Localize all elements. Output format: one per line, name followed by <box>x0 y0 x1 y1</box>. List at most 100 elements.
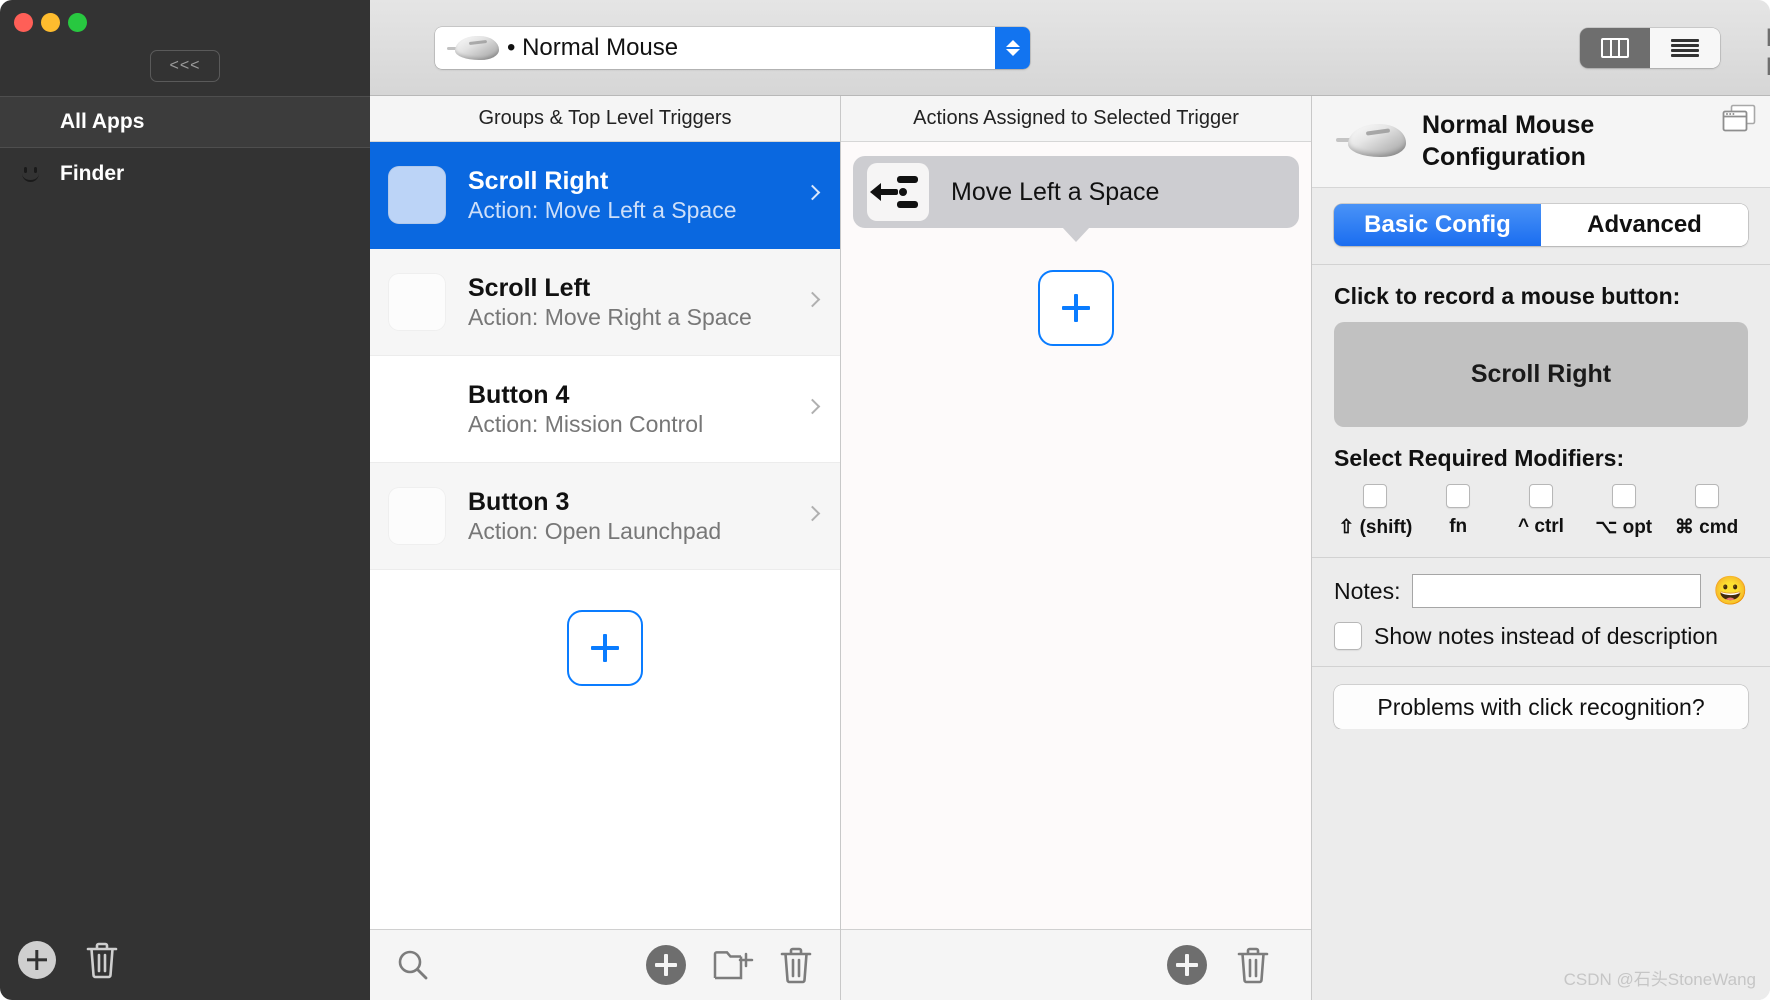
trigger-color-swatch <box>388 273 446 331</box>
move-left-space-icon <box>867 163 929 221</box>
config-title-line1: Normal Mouse <box>1422 111 1595 140</box>
modifier-label: ⌥ opt <box>1595 517 1653 538</box>
sidebar-footer <box>18 940 120 980</box>
device-selector[interactable]: • Normal Mouse <box>435 27 1030 69</box>
sidebar-item-all-apps[interactable]: All Apps <box>0 96 370 148</box>
close-window-button[interactable] <box>14 13 33 32</box>
trigger-subtitle: Action: Move Right a Space <box>468 304 752 331</box>
columns-view-button[interactable] <box>1580 28 1650 68</box>
chevron-right-icon[interactable] <box>804 505 821 522</box>
tab-advanced[interactable]: Advanced <box>1541 204 1748 246</box>
mouse-icon <box>1336 121 1408 163</box>
list-view-icon <box>1671 39 1699 57</box>
table-row[interactable]: Button 4 Action: Mission Control <box>370 356 840 463</box>
minimize-window-button[interactable] <box>41 13 60 32</box>
actions-column: Actions Assigned to Selected Trigger Mov… <box>841 96 1312 1000</box>
search-icon[interactable] <box>396 948 430 982</box>
modifier-shift[interactable]: ⇧ (shift) <box>1334 484 1417 539</box>
action-title: Move Left a Space <box>951 177 1160 206</box>
main-area: • Normal Mouse Preset: Default <box>370 0 1770 1000</box>
trigger-color-swatch <box>388 166 446 224</box>
show-notes-row[interactable]: Show notes instead of description <box>1334 622 1748 650</box>
list-view-button[interactable] <box>1650 28 1720 68</box>
trigger-color-swatch <box>388 487 446 545</box>
config-filler: CSDN @石头StoneWang <box>1312 729 1770 1000</box>
tab-basic-config[interactable]: Basic Config <box>1334 204 1541 246</box>
add-action-wrap <box>841 228 1311 346</box>
checkbox[interactable] <box>1363 484 1388 508</box>
columns-view-icon <box>1601 38 1629 58</box>
add-action-footer-button[interactable] <box>1167 945 1207 985</box>
modifier-label: ^ ctrl <box>1518 516 1564 537</box>
add-trigger-footer-button[interactable] <box>646 945 686 985</box>
config-column: Normal Mouse Configuration Basic Config … <box>1312 96 1770 1000</box>
modifier-opt[interactable]: ⌥ opt <box>1582 484 1665 539</box>
chevron-right-icon[interactable] <box>804 184 821 201</box>
problems-with-click-recognition-button[interactable]: Problems with click recognition? <box>1334 685 1748 729</box>
sidebar-item-label: Finder <box>60 162 125 185</box>
checkbox[interactable] <box>1446 484 1471 508</box>
notes-input[interactable] <box>1412 574 1702 608</box>
problems-section: Problems with click recognition? <box>1312 667 1770 729</box>
add-action-button[interactable] <box>1038 270 1114 346</box>
delete-app-trash-icon[interactable] <box>84 940 120 980</box>
view-mode-toggle[interactable] <box>1580 28 1720 68</box>
sidebar-app-list: All Apps Finder <box>0 96 370 200</box>
delete-action-trash-icon[interactable] <box>1235 945 1271 985</box>
record-mouse-button[interactable]: Scroll Right <box>1334 322 1748 427</box>
show-notes-label: Show notes instead of description <box>1374 622 1718 649</box>
config-tabs: Basic Config Advanced <box>1312 188 1770 265</box>
table-row[interactable]: Button 3 Action: Open Launchpad <box>370 463 840 570</box>
preset-selector[interactable]: Preset: Default <box>1766 24 1770 82</box>
config-title-line2: Configuration <box>1422 142 1586 171</box>
checkbox[interactable] <box>1611 484 1636 508</box>
maximize-window-button[interactable] <box>68 13 87 32</box>
delete-trigger-trash-icon[interactable] <box>778 945 814 985</box>
trigger-title: Button 4 <box>468 380 570 409</box>
trigger-subtitle: Action: Mission Control <box>468 411 704 438</box>
chevron-up-icon <box>1005 40 1020 47</box>
modifier-label: ⇧ (shift) <box>1338 517 1413 538</box>
device-stepper-button[interactable] <box>995 27 1030 69</box>
modifiers-label: Select Required Modifiers: <box>1334 445 1625 471</box>
notes-label: Notes: <box>1334 577 1401 604</box>
add-app-button[interactable] <box>18 941 56 979</box>
table-row[interactable]: Scroll Left Action: Move Right a Space <box>370 249 840 356</box>
checkbox[interactable] <box>1334 622 1362 650</box>
sidebar-item-finder[interactable]: Finder <box>0 148 370 200</box>
modifier-fn[interactable]: fn <box>1417 484 1500 539</box>
config-header: Normal Mouse Configuration <box>1312 96 1770 188</box>
modifiers-section: Select Required Modifiers: ⇧ (shift) fn <box>1312 427 1770 557</box>
emoji-picker-icon[interactable]: 😀 <box>1713 577 1748 605</box>
trigger-subtitle: Action: Open Launchpad <box>468 518 722 545</box>
sidebar: <<< All Apps Finder <box>0 0 370 1000</box>
trigger-title: Scroll Left <box>468 273 591 302</box>
watermark-label: CSDN @石头StoneWang <box>1563 970 1756 989</box>
actions-column-header: Actions Assigned to Selected Trigger <box>841 96 1311 142</box>
chevron-right-icon[interactable] <box>804 398 821 415</box>
new-folder-icon[interactable] <box>712 946 756 984</box>
chevron-right-icon[interactable] <box>804 291 821 308</box>
windows-stack-icon[interactable] <box>1722 104 1756 132</box>
checkbox[interactable] <box>1528 484 1553 508</box>
actions-footer <box>841 929 1311 1000</box>
record-label: Click to record a mouse button: <box>1334 283 1681 309</box>
collapse-sidebar-button[interactable]: <<< <box>150 50 220 82</box>
trigger-subtitle: Action: Move Left a Space <box>468 197 737 224</box>
device-name-label: • Normal Mouse <box>507 34 679 61</box>
checkbox[interactable] <box>1694 484 1719 508</box>
table-row[interactable]: Scroll Right Action: Move Left a Space <box>370 142 840 249</box>
content-columns: Groups & Top Level Triggers Scroll Right… <box>370 96 1770 1000</box>
list-item[interactable]: Move Left a Space <box>853 156 1299 242</box>
actions-list: Move Left a Space <box>841 142 1311 929</box>
triggers-footer <box>370 929 840 1000</box>
app-window: <<< All Apps Finder • Normal Mouse Group… <box>0 0 1770 1000</box>
modifier-cmd[interactable]: ⌘ cmd <box>1665 484 1748 539</box>
add-trigger-button[interactable] <box>567 610 643 686</box>
toolbar: • Normal Mouse Preset: Default <box>370 0 1770 96</box>
trigger-list: Scroll Right Action: Move Left a Space S… <box>370 142 840 929</box>
modifier-label: ⌘ cmd <box>1674 517 1739 538</box>
modifier-ctrl[interactable]: ^ ctrl <box>1500 484 1583 539</box>
triggers-column-header: Groups & Top Level Triggers <box>370 96 840 142</box>
modifier-label: fn <box>1449 516 1468 537</box>
